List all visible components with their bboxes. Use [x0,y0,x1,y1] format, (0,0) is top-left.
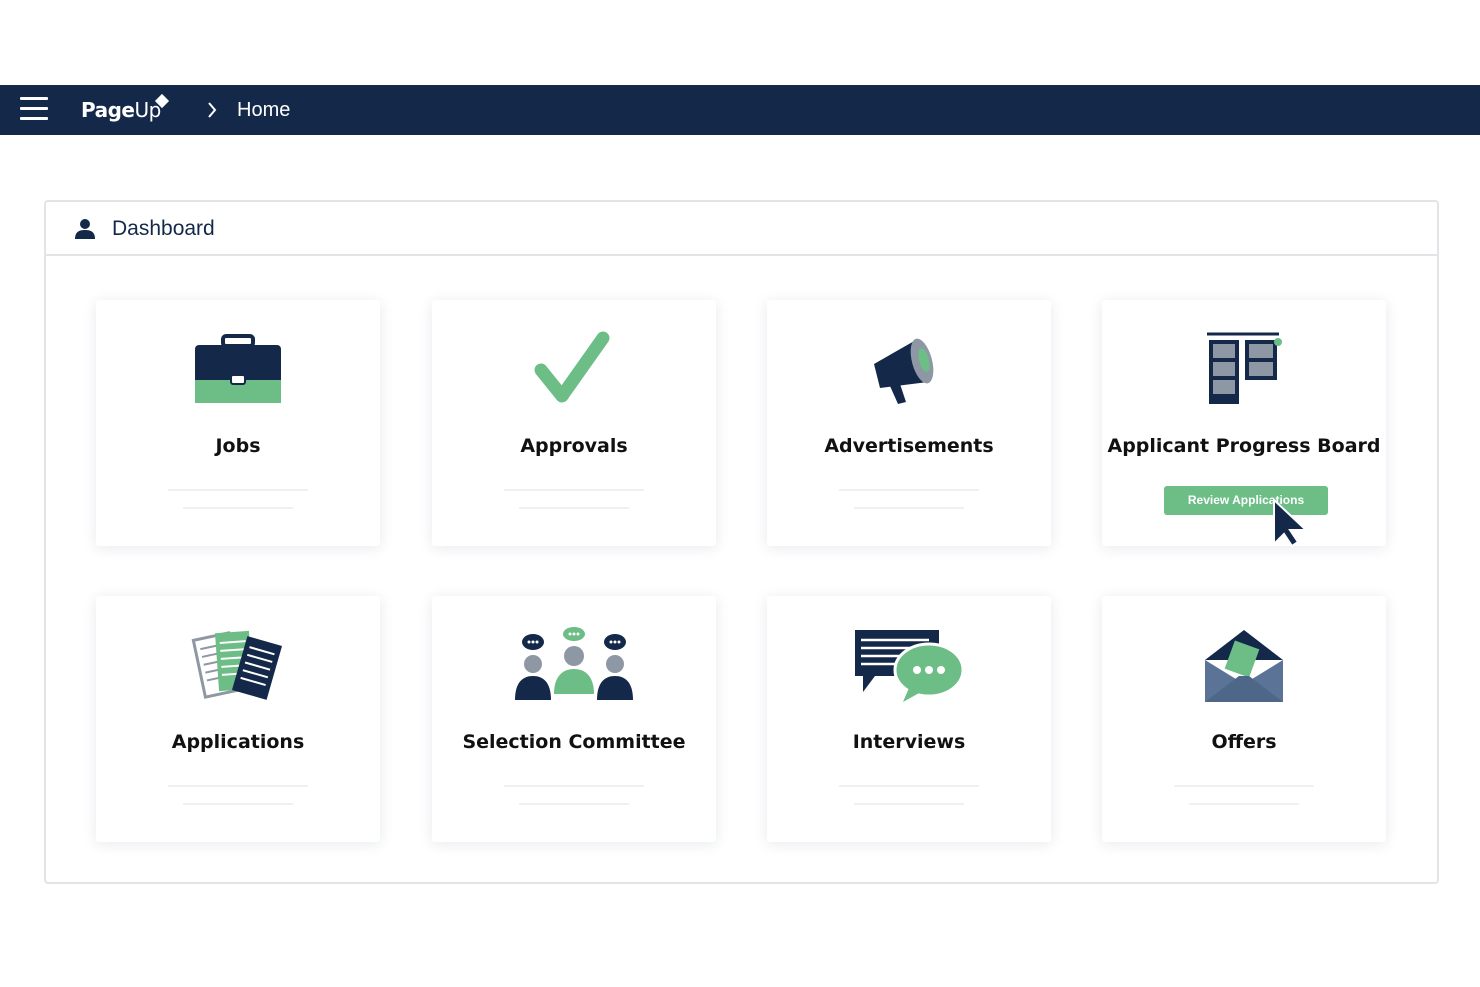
divider [839,489,979,491]
logo-text-main: Page [81,98,135,122]
tile-label-applications: Applications [171,731,305,753]
tile-label-interviews: Interviews [852,731,966,753]
divider [504,489,644,491]
checkmark-icon [534,331,610,403]
divider [183,803,293,805]
briefcase-icon [195,334,281,403]
divider [519,507,629,509]
breadcrumb-home-link[interactable]: Home [237,97,290,123]
divider [504,785,644,787]
dashboard-header: Dashboard [46,202,1437,256]
tile-jobs[interactable]: Jobs [96,300,380,546]
divider [168,785,308,787]
pageup-logo[interactable]: PageUp [81,97,161,123]
chat-icon [855,630,965,702]
dashboard-title: Dashboard [112,217,215,240]
tile-applicant-progress-board[interactable]: Applicant Progress Board Review Applicat… [1102,300,1386,546]
people-icon [515,627,633,700]
tile-label-approvals: Approvals [520,435,628,457]
divider [519,803,629,805]
divider [854,507,964,509]
hamburger-menu-icon[interactable] [20,97,48,123]
tile-label-applicant-progress-board: Applicant Progress Board [1107,435,1381,457]
divider [839,785,979,787]
user-icon [75,219,95,239]
tile-label-advertisements: Advertisements [824,435,994,457]
tile-selection-committee[interactable]: Selection Committee [432,596,716,842]
top-nav-bar: PageUp [0,85,1480,135]
documents-icon [191,630,283,700]
tile-offers[interactable]: Offers [1102,596,1386,842]
tile-approvals[interactable]: Approvals [432,300,716,546]
divider [1189,803,1299,805]
tile-label-offers: Offers [1211,731,1277,753]
tile-advertisements[interactable]: Advertisements [767,300,1051,546]
tile-label-selection-committee: Selection Committee [462,731,686,753]
tile-interviews[interactable]: Interviews [767,596,1051,842]
divider [1174,785,1314,787]
divider [854,803,964,805]
breadcrumb-chevron-icon [208,102,217,118]
divider [168,489,308,491]
megaphone-icon [874,338,934,404]
review-applications-button[interactable]: Review Applications [1164,486,1328,515]
divider [183,507,293,509]
envelope-icon [1205,630,1283,702]
tile-label-jobs: Jobs [215,435,261,457]
tile-applications[interactable]: Applications [96,596,380,842]
board-icon [1207,332,1282,404]
